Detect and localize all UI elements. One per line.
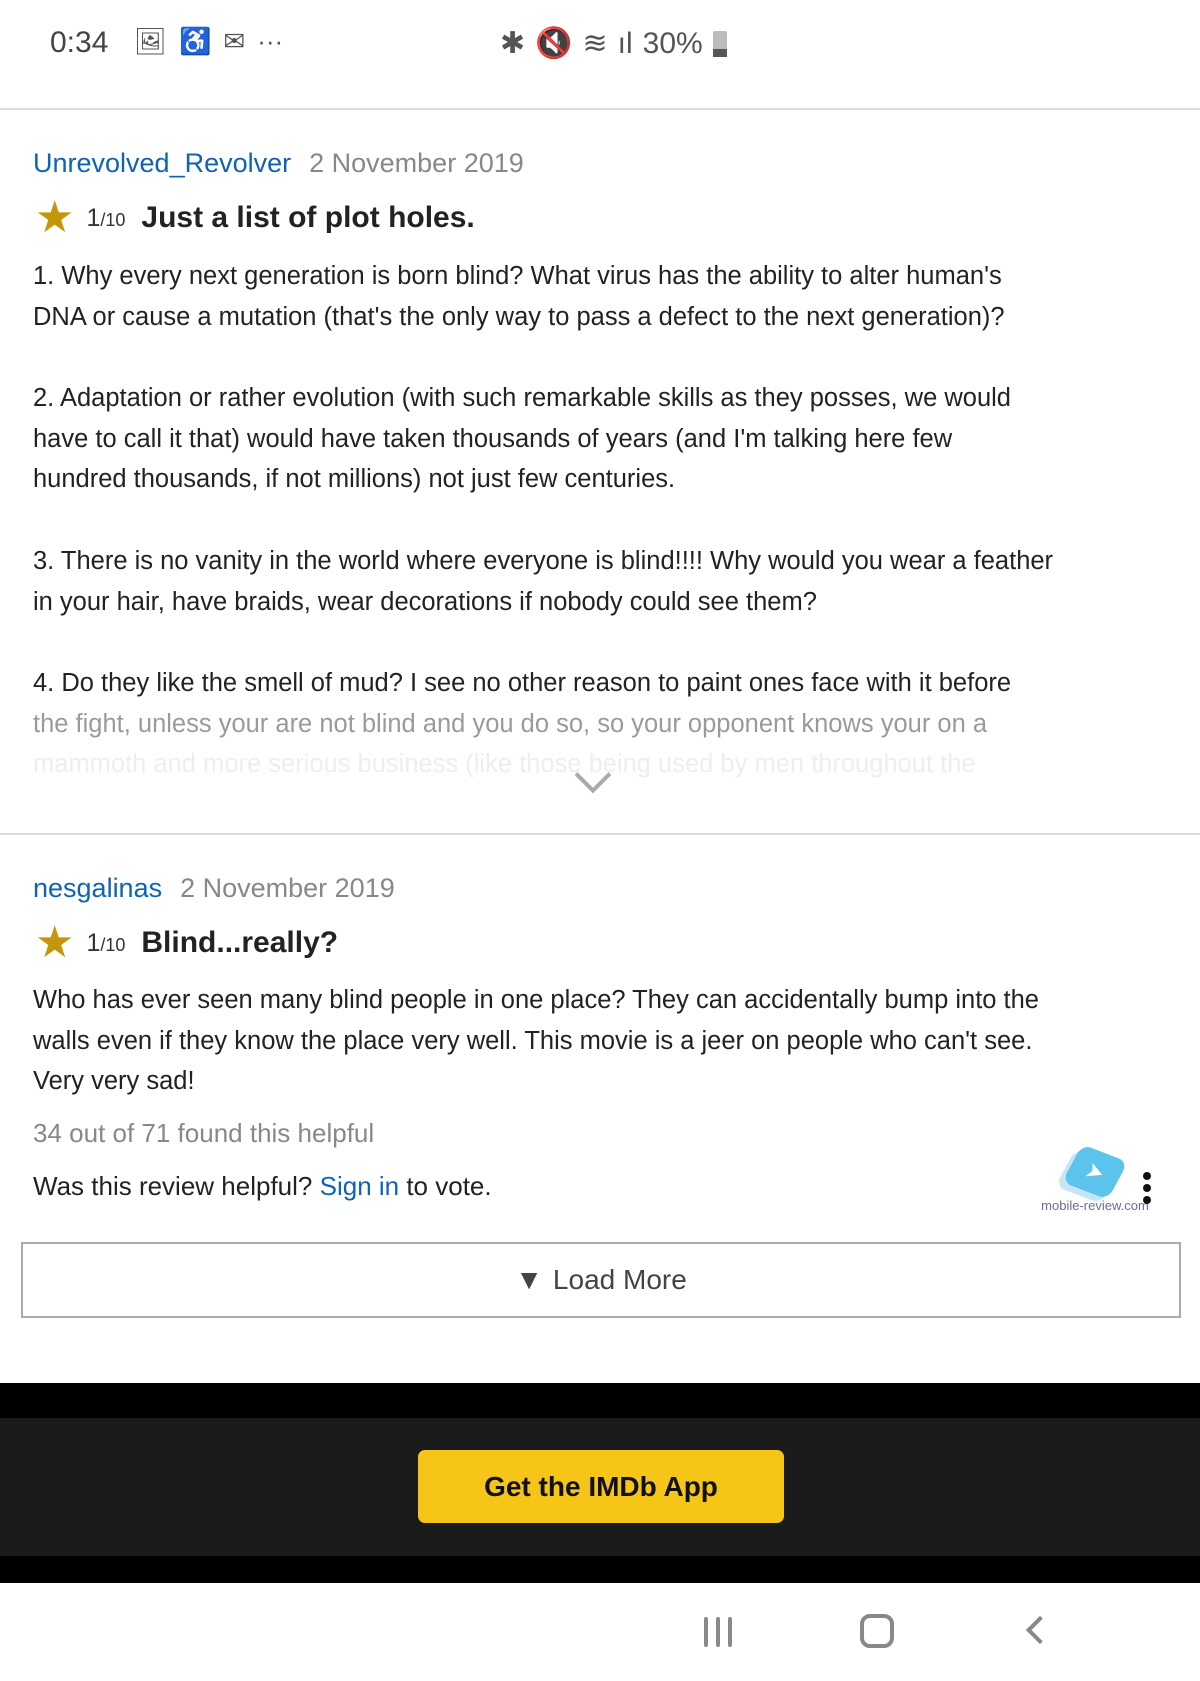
review-body[interactable]: 1. Why every next generation is born bli…	[33, 256, 1053, 785]
more-options-icon[interactable]	[1143, 1172, 1151, 1204]
review-line: walls even if they know the place very w…	[33, 1026, 1033, 1055]
review-line: DNA or cause a mutation (that's the only…	[33, 302, 1005, 331]
star-icon: ★	[35, 193, 75, 242]
rating-max: /10	[100, 209, 126, 230]
battery-icon	[712, 30, 727, 57]
review-date: 2 November 2019	[180, 873, 395, 903]
divider	[0, 833, 1200, 835]
triangle-down-icon: ▼	[515, 1264, 543, 1295]
review-line: 2. Adaptation or rather evolution (with …	[33, 384, 1011, 413]
sign-in-link[interactable]: Sign in	[320, 1171, 400, 1201]
review-rating: ★ 1/10 Just a list of plot holes.	[35, 196, 475, 240]
review-line: in your hair, have braids, wear decorati…	[33, 587, 817, 616]
review-author[interactable]: nesgalinas	[33, 873, 162, 903]
review-meta: Unrevolved_Revolver 2 November 2019	[33, 148, 524, 179]
wifi-icon: ≋	[582, 27, 608, 60]
watermark-logo: ➤ mobile-review.com	[1030, 1144, 1160, 1213]
review-line: have to call it that) would have taken t…	[33, 424, 953, 453]
review-line: Very very sad!	[33, 1067, 195, 1096]
vote-prompt: Was this review helpful? Sign in to vote…	[33, 1171, 492, 1201]
signal-icon: ıl	[617, 26, 633, 60]
review-title: Just a list of plot holes.	[141, 201, 475, 234]
review-author[interactable]: Unrevolved_Revolver	[33, 148, 291, 178]
review-line: 4. Do they like the smell of mud? I see …	[33, 668, 1012, 697]
star-icon: ★	[35, 918, 75, 967]
rating-value: 1	[86, 203, 101, 232]
rating-value: 1	[86, 928, 101, 957]
gallery-icon: 🖼	[134, 26, 168, 56]
bluetooth-icon: ✱	[500, 27, 526, 60]
review-meta: nesgalinas 2 November 2019	[33, 873, 395, 904]
review-line: hundred thousands, if not millions) not …	[33, 465, 676, 494]
review-line: Who has ever seen many blind people in o…	[33, 986, 1039, 1014]
review-line	[33, 500, 1053, 541]
review-line: 1. Why every next generation is born bli…	[33, 262, 1002, 290]
accessibility-icon: ♿	[179, 26, 212, 56]
recent-apps-icon[interactable]	[704, 1617, 732, 1647]
review-title: Blind...really?	[141, 926, 339, 959]
clock: 0:34	[50, 26, 109, 59]
helpful-count: 34 out of 71 found this helpful	[33, 1118, 375, 1148]
load-more-button[interactable]: ▼ Load More	[21, 1242, 1181, 1318]
review-line-faded: the fight, unless your are not blind and…	[33, 709, 988, 738]
review-body: Who has ever seen many blind people in o…	[33, 980, 1039, 1102]
more-dots-icon: ···	[257, 26, 284, 56]
review-rating: ★ 1/10 Blind...really?	[35, 921, 338, 965]
review-line-faded: mammoth and more serious business (like …	[33, 750, 976, 779]
battery-percent: 30%	[642, 26, 703, 60]
review-line	[33, 622, 1053, 663]
logo-arrow-icon: ➤	[1061, 1144, 1129, 1200]
navigation-bar	[0, 1583, 1200, 1681]
review-date: 2 November 2019	[309, 148, 524, 178]
status-bar: 0:34 🖼 ♿ ✉ ··· ✱ 🔇 ≋ ıl 30%	[0, 0, 1200, 110]
home-icon[interactable]	[860, 1614, 894, 1648]
review-line: 3. There is no vanity in the world where…	[33, 546, 1054, 575]
rating-max: /10	[100, 934, 126, 955]
mute-icon: 🔇	[535, 27, 573, 60]
review-line	[33, 337, 1053, 378]
get-app-button[interactable]: Get the IMDb App	[418, 1450, 784, 1523]
gmail-icon: ✉	[223, 26, 246, 56]
